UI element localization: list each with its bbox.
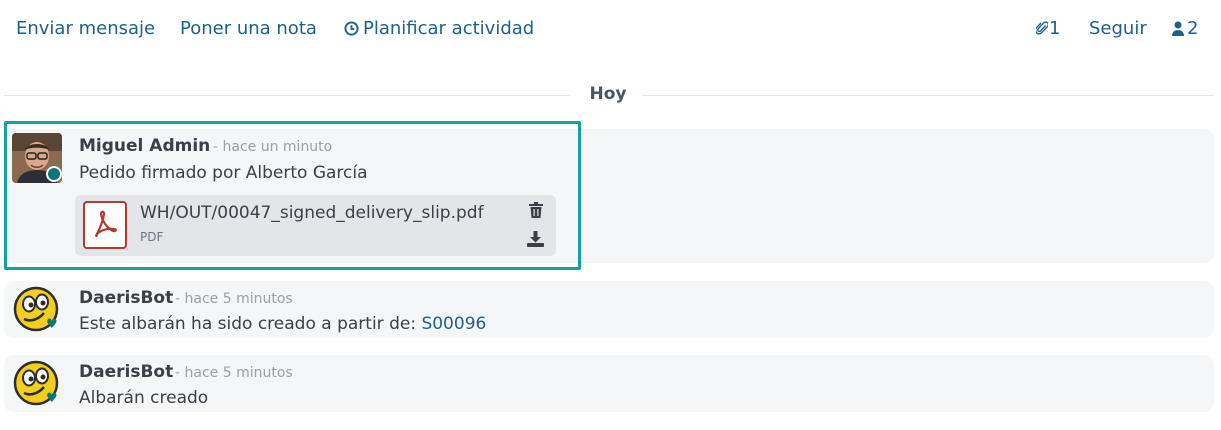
attachments-button[interactable]: 1: [1034, 18, 1061, 41]
download-icon[interactable]: [527, 231, 544, 251]
date-separator-label: Hoy: [589, 84, 627, 104]
followers-button[interactable]: 2: [1172, 18, 1198, 41]
schedule-activity-label: Planificar actividad: [363, 18, 535, 39]
message-body: Albarán creado: [79, 388, 209, 408]
separator-line-left: [4, 95, 570, 96]
message-author[interactable]: Miguel Admin: [79, 136, 210, 156]
log-note-button[interactable]: Poner una nota: [180, 18, 317, 39]
message-date: - hace 5 minutos: [175, 291, 293, 307]
followers-count: 2: [1187, 18, 1199, 39]
user-icon: [1172, 20, 1184, 41]
chatter-topbar: Enviar mensaje Poner una nota Planificar…: [0, 0, 1221, 60]
pdf-file-icon: [83, 201, 127, 249]
follow-button[interactable]: Seguir: [1089, 18, 1147, 39]
attachment-filetype: PDF: [140, 230, 164, 244]
attachment-filename: WH/OUT/00047_signed_delivery_slip.pdf: [140, 203, 484, 223]
sale-order-link[interactable]: S00096: [421, 314, 486, 334]
message-body: Este albarán ha sido creado a partir de:…: [79, 314, 486, 334]
online-status-icon: [46, 166, 62, 182]
message-date: - hace un minuto: [213, 139, 333, 155]
message-author[interactable]: DaerisBot: [79, 288, 173, 308]
message-date: - hace 5 minutos: [175, 365, 293, 381]
heart-icon: ♥: [46, 317, 58, 332]
attachments-count: 1: [1049, 18, 1061, 39]
heart-icon: ♥: [46, 391, 58, 406]
send-message-button[interactable]: Enviar mensaje: [16, 18, 155, 39]
message-body-text: Este albarán ha sido creado a partir de:: [79, 314, 422, 334]
message-author[interactable]: DaerisBot: [79, 362, 173, 382]
message-body: Pedido firmado por Alberto García: [79, 163, 368, 183]
trash-icon[interactable]: [529, 202, 543, 222]
clock-icon: [344, 20, 359, 41]
schedule-activity-button[interactable]: Planificar actividad: [344, 18, 534, 41]
paperclip-icon: [1034, 20, 1049, 41]
attachment-card[interactable]: WH/OUT/00047_signed_delivery_slip.pdf PD…: [75, 195, 556, 256]
separator-line-right: [642, 95, 1214, 96]
